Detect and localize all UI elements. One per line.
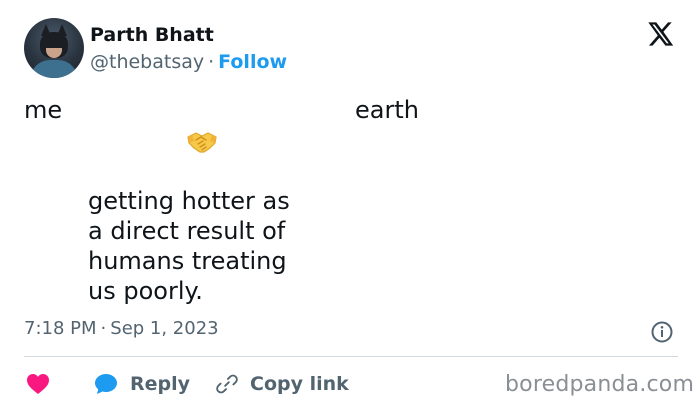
tweet-body-line: a direct result of (88, 217, 286, 245)
tweet-label-earth: earth (355, 96, 419, 124)
tweet-label-me: me (24, 96, 63, 124)
divider (24, 356, 678, 357)
reply-label: Reply (130, 373, 191, 395)
watermark: boredpanda.com (505, 372, 695, 397)
info-icon[interactable] (650, 320, 674, 344)
tweet-body-line: humans treating (88, 247, 287, 275)
reply-button[interactable]: Reply (94, 370, 190, 398)
x-logo-icon[interactable] (646, 20, 674, 48)
author-handle[interactable]: @thebatsay (90, 51, 204, 73)
tweet-body-line: getting hotter as (88, 187, 290, 215)
tweet-timestamp[interactable]: 7:18 PM · Sep 1, 2023 (24, 318, 219, 339)
tweet-date[interactable]: Sep 1, 2023 (110, 318, 218, 339)
tweet-body-line: us poorly. (88, 277, 203, 305)
tweet-time[interactable]: 7:18 PM (24, 318, 97, 339)
follow-button[interactable]: Follow (218, 51, 287, 73)
link-icon (216, 374, 238, 394)
reply-bubble-icon (95, 374, 117, 394)
like-button[interactable] (26, 370, 50, 398)
author-avatar[interactable] (24, 18, 84, 78)
copy-link-button[interactable]: Copy link (216, 370, 349, 398)
copy-link-label: Copy link (250, 373, 349, 395)
author-handle-row: @thebatsay · Follow (90, 51, 287, 73)
separator-dot: · (100, 318, 107, 339)
handshake-emoji-icon (187, 132, 217, 153)
separator-dot: · (208, 51, 215, 73)
author-name[interactable]: Parth Bhatt (90, 24, 214, 46)
heart-icon (27, 374, 49, 394)
tweet-body: getting hotter as a direct result of hum… (88, 186, 290, 306)
